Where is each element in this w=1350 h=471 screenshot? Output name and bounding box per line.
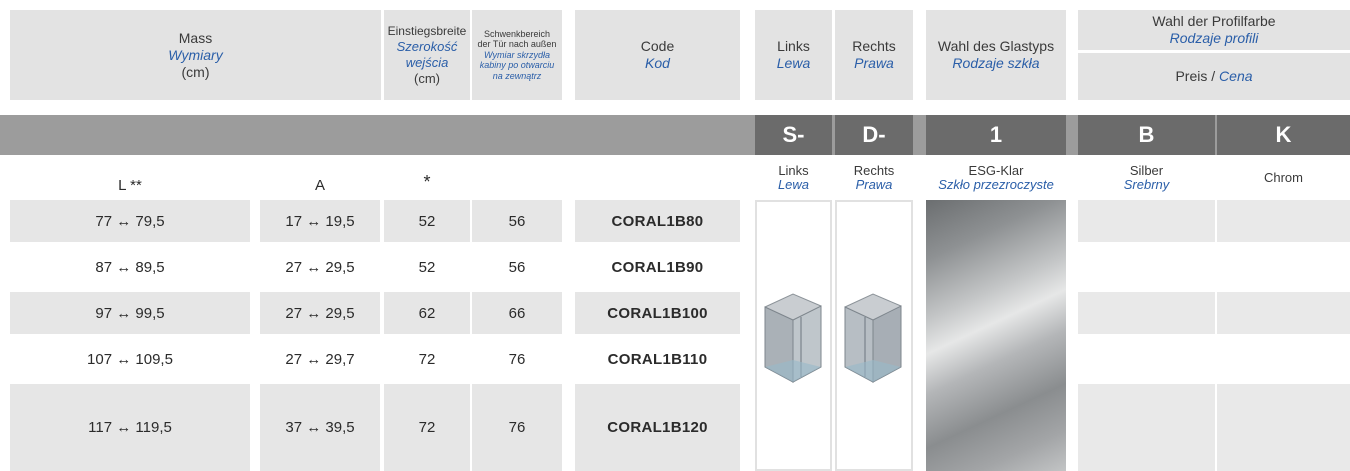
opt-links-pl: Lewa: [777, 177, 810, 192]
cell-l: 107 ↔ 109,5: [87, 350, 173, 368]
col-star: *: [423, 172, 431, 192]
header-schwenk-pl3: na zewnątrz: [492, 70, 542, 81]
header-mass: Mass Wymiary (cm): [10, 10, 381, 100]
cell-schwenk: 56: [508, 258, 526, 276]
opt-rechts: Rechts Prawa: [835, 164, 913, 192]
col-l: L **: [118, 177, 142, 194]
shower-right-icon: [844, 293, 902, 383]
cell-schwenk: 66: [472, 292, 562, 334]
bar-b: B: [1078, 115, 1215, 155]
cell-a: 27 ↔ 29,5: [285, 258, 355, 276]
header-preis-pl: Cena: [1219, 68, 1253, 84]
cell-code: CORAL1B120: [575, 384, 740, 471]
cell-schwenk: 76: [508, 350, 526, 368]
opt-rechts-pl: Prawa: [855, 177, 893, 192]
cell-a: 27 ↔ 29,5: [260, 292, 380, 334]
cell-code: CORAL1B110: [607, 350, 708, 368]
header-preis-de: Preis /: [1175, 68, 1220, 84]
header-rechts-de: Rechts: [852, 38, 896, 54]
header-einstieg-de: Einstiegsbreite: [387, 24, 467, 38]
cell-schwenk: 76: [472, 384, 562, 471]
cell-a: 27 ↔ 29,7: [285, 350, 355, 368]
header-code-pl: Kod: [645, 55, 670, 71]
bar-d: D-: [835, 115, 913, 155]
cell-l: 97 ↔ 99,5: [10, 292, 250, 334]
cell-l: 117 ↔ 119,5: [10, 384, 250, 471]
opt-glass-pl: Szkło przezroczyste: [938, 177, 1054, 192]
header-mass-pl: Wymiary: [168, 46, 223, 63]
header-schwenk: Schwenkbereich der Tür nach außen Wymiar…: [472, 10, 562, 100]
cell-einstieg: 72: [384, 384, 470, 471]
opt-rechts-de: Rechts: [853, 163, 895, 178]
header-links-pl: Lewa: [776, 55, 811, 71]
cell-einstieg: 62: [384, 292, 470, 334]
cell-l: 77 ↔ 79,5: [10, 200, 250, 242]
header-einstieg: Einstiegsbreite Szerokość wejścia (cm): [384, 10, 470, 100]
opt-silber: Silber Srebrny: [1078, 164, 1215, 192]
opt-links-de: Links: [778, 163, 809, 178]
col-a: A: [314, 177, 325, 194]
cell-l: 87 ↔ 89,5: [95, 258, 165, 276]
cell-code: CORAL1B100: [575, 292, 740, 334]
glass-swatch: [926, 200, 1066, 471]
header-code-de: Code: [640, 38, 675, 54]
cell-code: CORAL1B80: [575, 200, 740, 242]
price-chrom: [1217, 292, 1350, 334]
header-einstieg-pl2: wejścia: [405, 55, 449, 70]
header-rechts-pl: Prawa: [854, 55, 894, 71]
cell-code: CORAL1B90: [611, 258, 704, 276]
price-silber: [1078, 200, 1215, 242]
cell-a: 37 ↔ 39,5: [260, 384, 380, 471]
header-profil-de: Wahl der Profilfarbe: [1152, 13, 1276, 29]
header-profil-pl: Rodzaje profili: [1169, 30, 1259, 46]
header-links-de: Links: [777, 38, 810, 54]
cell-einstieg: 72: [418, 350, 436, 368]
header-glas: Wahl des Glastyps Rodzaje szkła: [926, 10, 1066, 100]
price-chrom: [1217, 384, 1350, 471]
header-links: Links Lewa: [755, 10, 832, 100]
opt-silber-de: Silber: [1129, 163, 1164, 178]
header-rechts: Rechts Prawa: [835, 10, 913, 100]
price-chrom: [1217, 200, 1350, 242]
bar-s: S-: [755, 115, 832, 155]
header-glas-de: Wahl des Glastyps: [937, 38, 1055, 54]
cell-einstieg: 52: [384, 200, 470, 242]
cell-einstieg: 52: [418, 258, 436, 276]
header-profil: Wahl der Profilfarbe Rodzaje profili: [1078, 10, 1350, 50]
opt-links: Links Lewa: [755, 164, 832, 192]
price-silber: [1078, 384, 1215, 471]
header-code: Code Kod: [575, 10, 740, 100]
header-einstieg-unit: (cm): [414, 71, 440, 86]
header-preis: Preis / Cena: [1078, 53, 1350, 100]
shower-left-icon: [764, 293, 822, 383]
header-glas-pl: Rodzaje szkła: [952, 55, 1040, 71]
links-image-panel: [755, 200, 832, 471]
bar-k: K: [1217, 115, 1350, 155]
cell-a: 17 ↔ 19,5: [260, 200, 380, 242]
price-silber: [1078, 292, 1215, 334]
header-schwenk-de1: Schwenkbereich: [483, 28, 551, 39]
opt-glass: ESG-Klar Szkło przezroczyste: [920, 164, 1072, 192]
rechts-image-panel: [835, 200, 913, 471]
header-mass-de: Mass: [178, 29, 213, 46]
bar-glass: 1: [926, 115, 1066, 155]
cell-schwenk: 56: [472, 200, 562, 242]
opt-chrom-de: Chrom: [1263, 170, 1303, 185]
opt-chrom: Chrom: [1217, 171, 1350, 185]
opt-glass-de: ESG-Klar: [968, 163, 1024, 178]
header-mass-unit: (cm): [181, 63, 210, 80]
opt-silber-pl: Srebrny: [1123, 177, 1170, 192]
header-schwenk-pl1: Wymiar skrzydła: [483, 49, 550, 60]
header-einstieg-pl1: Szerokość: [396, 39, 458, 54]
header-schwenk-de2: der Tür nach außen: [477, 39, 557, 50]
header-schwenk-pl2: kabiny po otwarciu: [479, 60, 555, 71]
